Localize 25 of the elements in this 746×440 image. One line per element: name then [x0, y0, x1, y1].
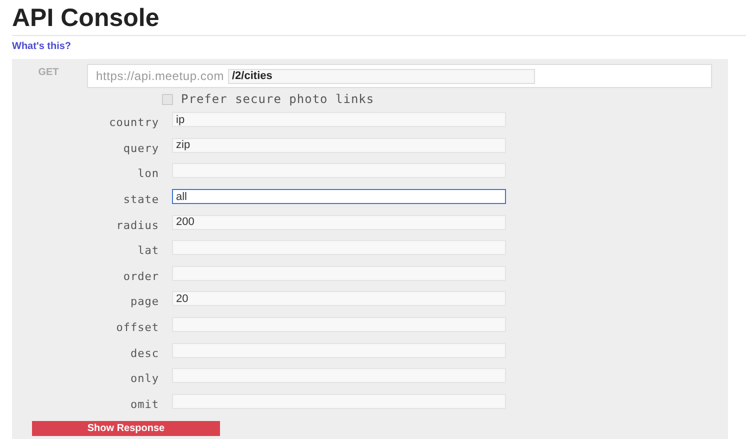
param-field[interactable]: 20	[172, 291, 506, 306]
param-label: order	[122, 268, 160, 283]
checkbox[interactable]	[162, 94, 173, 104]
param-label: page	[130, 294, 160, 308]
param-field[interactable]: zip	[172, 138, 506, 153]
param-label: lon	[136, 166, 160, 180]
http-method: GET	[37, 66, 60, 78]
param-field[interactable]: ip	[172, 112, 506, 128]
param-label: country	[108, 115, 160, 130]
param-label: lat	[136, 243, 160, 258]
param-label: radius	[115, 218, 160, 232]
path-field[interactable]: /2/cities	[228, 68, 535, 84]
param-label: query	[122, 140, 160, 155]
base-url: https://api.meetup.com	[96, 69, 224, 83]
param-field[interactable]: all	[172, 189, 506, 204]
param-label: omit	[130, 396, 160, 411]
param-label: state	[122, 192, 160, 206]
param-label: offset	[115, 320, 160, 334]
help-link[interactable]: What's this?	[12, 41, 72, 52]
page-title: API Console	[11, 3, 160, 34]
checkbox-label: Prefer secure photo links	[181, 92, 374, 106]
param-field[interactable]: 200	[172, 214, 506, 230]
param-label: desc	[130, 346, 160, 360]
show-response-button[interactable]: Show Response	[32, 421, 220, 436]
param-label: only	[130, 371, 160, 386]
